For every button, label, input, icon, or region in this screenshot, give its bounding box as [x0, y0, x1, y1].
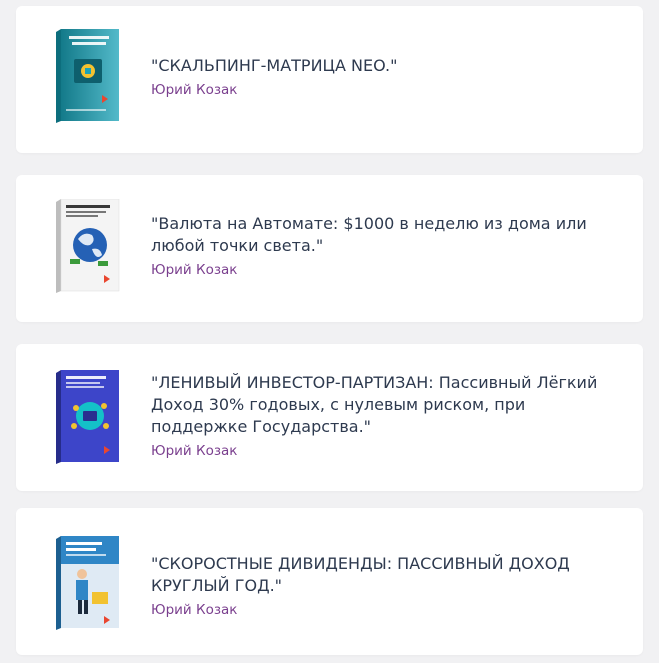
book-info: "Валюта на Автомате: $1000 в неделю из д… [151, 213, 625, 279]
book-card[interactable]: "ЛЕНИВЫЙ ИНВЕСТОР-ПАРТИЗАН: Пассивный Лё… [16, 344, 643, 491]
book-card[interactable]: "Валюта на Автомате: $1000 в неделю из д… [16, 175, 643, 322]
fast-dividends-book-cover-icon[interactable] [52, 536, 122, 630]
book-author-link[interactable]: Юрий Козак [151, 261, 237, 279]
book-card[interactable]: "СКОРОСТНЫЕ ДИВИДЕНДЫ: ПАССИВНЫЙ ДОХОД К… [16, 508, 643, 655]
book-title[interactable]: "СКОРОСТНЫЕ ДИВИДЕНДЫ: ПАССИВНЫЙ ДОХОД К… [151, 553, 625, 597]
book-title[interactable]: "СКАЛЬПИНГ-МАТРИЦА NEO." [151, 55, 625, 77]
book-card[interactable]: "СКАЛЬПИНГ-МАТРИЦА NEO." Юрий Козак [16, 6, 643, 153]
book-title[interactable]: "Валюта на Автомате: $1000 в неделю из д… [151, 213, 625, 257]
lazy-investor-book-cover-icon[interactable] [52, 370, 122, 464]
scalping-matrix-book-cover-icon[interactable] [52, 29, 122, 123]
book-title[interactable]: "ЛЕНИВЫЙ ИНВЕСТОР-ПАРТИЗАН: Пассивный Лё… [151, 372, 625, 438]
book-info: "СКОРОСТНЫЕ ДИВИДЕНДЫ: ПАССИВНЫЙ ДОХОД К… [151, 553, 625, 619]
book-info: "ЛЕНИВЫЙ ИНВЕСТОР-ПАРТИЗАН: Пассивный Лё… [151, 372, 625, 460]
book-info: "СКАЛЬПИНГ-МАТРИЦА NEO." Юрий Козак [151, 55, 625, 99]
globe-money-book-cover-icon[interactable] [52, 199, 122, 293]
book-author-link[interactable]: Юрий Козак [151, 81, 237, 99]
book-author-link[interactable]: Юрий Козак [151, 442, 237, 460]
book-author-link[interactable]: Юрий Козак [151, 601, 237, 619]
